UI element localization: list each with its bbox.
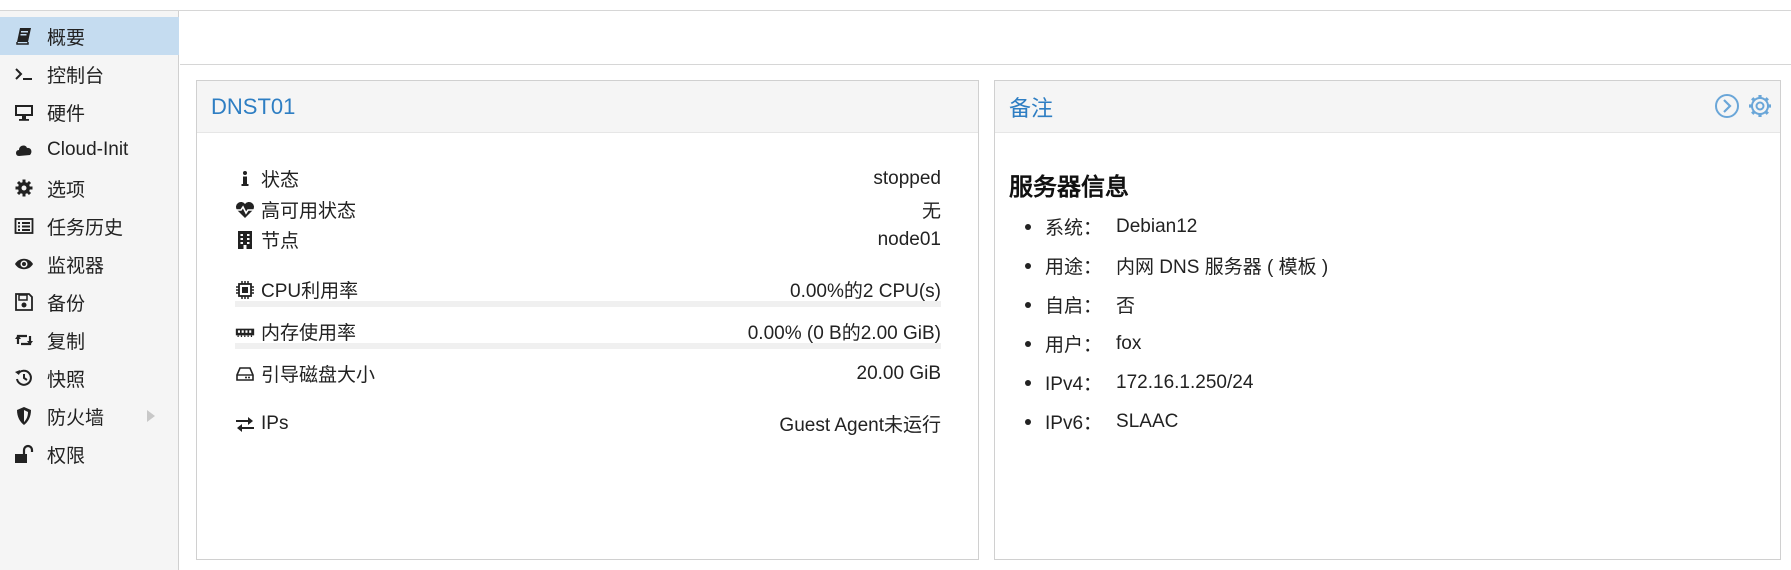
sidebar-item-snapshot[interactable]: 快照 — [0, 359, 179, 397]
note-value: 172.16.1.250/24 — [1116, 371, 1254, 393]
status-panel-header: DNST01 — [197, 81, 978, 133]
note-value: 内网 DNS 服务器 ( 模板 ) — [1116, 257, 1329, 278]
status-row-ips: IPs Guest Agent未运行 — [235, 410, 941, 437]
desktop-icon — [13, 101, 35, 123]
sidebar-item-label: 任务历史 — [47, 217, 124, 239]
sidebar-item-label: 硬件 — [47, 103, 86, 125]
sidebar-item-backup[interactable]: 备份 — [0, 283, 179, 321]
list-item: 系统： Debian12 — [1024, 207, 1328, 246]
notes-list: 系统： Debian12 用途： 内网 DNS 服务器 ( 模板 ) 自启： 否 用户… — [1024, 207, 1329, 441]
notes-panel-header: 备注 — [995, 81, 1780, 133]
memory-usage-bar — [235, 343, 941, 349]
note-key: 用户： — [1045, 335, 1103, 356]
sidebar-item-console[interactable]: 控制台 — [0, 55, 179, 93]
sidebar-item-label: 快照 — [47, 369, 86, 391]
vm-name-title: DNST01 — [211, 93, 296, 119]
cpu-usage-bar — [235, 301, 941, 307]
note-key: 系统： — [1045, 218, 1103, 239]
note-key: 用途： — [1045, 257, 1103, 278]
notes-heading: 服务器信息 — [1009, 173, 1129, 201]
memory-icon — [235, 320, 261, 344]
sidebar-item-replication[interactable]: 复制 — [0, 321, 179, 359]
node-label: 节点 — [261, 231, 300, 252]
sidebar-item-label: 选项 — [47, 179, 86, 201]
heartbeat-icon — [235, 198, 261, 222]
list-item: IPv6： SLAAC — [1024, 402, 1328, 441]
cpu-usage-value: 0.00%的2 CPU(s) — [790, 281, 941, 302]
note-value: SLAAC — [1116, 410, 1179, 432]
floppy-icon — [13, 291, 35, 313]
building-icon — [235, 228, 261, 252]
eye-icon — [13, 253, 35, 275]
sidebar: 概要 控制台 硬件 Cloud-Init 选项 任务历史 监视器 备份 复制 快… — [0, 11, 179, 570]
book-icon — [13, 25, 35, 47]
terminal-icon — [13, 63, 35, 85]
memory-usage-label: 内存使用率 — [261, 323, 357, 344]
cpu-usage-label: CPU利用率 — [261, 281, 359, 302]
exchange-icon — [235, 412, 261, 436]
list-item: 自启： 否 — [1024, 285, 1328, 324]
toolbar — [180, 11, 1791, 65]
node-value: node01 — [877, 228, 941, 250]
sidebar-item-monitor[interactable]: 监视器 — [0, 245, 179, 283]
memory-usage-value: 0.00% (0 B的2.00 GiB) — [747, 323, 941, 344]
list-item: IPv4： 172.16.1.250/24 — [1024, 363, 1328, 402]
sidebar-item-options[interactable]: 选项 — [0, 169, 179, 207]
list-item: 用户： fox — [1024, 324, 1328, 363]
ha-state-value: 无 — [921, 201, 941, 222]
status-row-state: 状态 stopped — [235, 165, 941, 192]
chevron-right-circle-icon[interactable] — [1713, 92, 1741, 120]
sidebar-item-task-history[interactable]: 任务历史 — [0, 207, 179, 245]
sidebar-item-permissions[interactable]: 权限 — [0, 435, 179, 473]
sidebar-item-cloud-init[interactable]: Cloud-Init — [0, 131, 179, 169]
bootdisk-value: 20.00 GiB — [856, 362, 942, 384]
status-value: stopped — [873, 167, 941, 189]
status-panel: DNST01 状态 stopped 高可用状态 无 节点 node01 CPU利… — [196, 80, 979, 560]
expand-arrow-icon[interactable] — [147, 410, 155, 422]
history-icon — [13, 367, 35, 389]
status-row-ha: 高可用状态 无 — [235, 196, 941, 223]
notes-panel: 备注 服务器信息 系统： Debian12 用途： 内网 DNS 服务器 ( 模板 … — [994, 80, 1781, 560]
sidebar-item-hardware[interactable]: 硬件 — [0, 93, 179, 131]
sidebar-item-label: 防火墙 — [47, 407, 105, 429]
status-row-cpu: CPU利用率 0.00%的2 CPU(s) — [235, 276, 941, 303]
cloud-icon — [13, 139, 35, 161]
sidebar-item-label: 备份 — [47, 293, 86, 315]
ips-value: Guest Agent未运行 — [779, 415, 941, 436]
note-value: Debian12 — [1116, 215, 1198, 237]
cpu-icon — [235, 278, 261, 302]
gear-icon[interactable] — [1746, 92, 1774, 120]
status-row-bootdisk: 引导磁盘大小 20.00 GiB — [235, 360, 941, 387]
hdd-icon — [235, 362, 261, 386]
retweet-icon — [13, 329, 35, 351]
note-value: 否 — [1116, 296, 1136, 317]
note-key: 自启： — [1045, 296, 1103, 317]
ha-state-label: 高可用状态 — [261, 201, 357, 222]
sidebar-item-summary[interactable]: 概要 — [0, 17, 179, 55]
note-key: IPv4： — [1045, 374, 1103, 395]
sidebar-item-label: 权限 — [47, 445, 86, 467]
notes-tools — [1713, 92, 1774, 120]
status-label: 状态 — [261, 170, 300, 191]
sidebar-item-label: 复制 — [47, 331, 86, 353]
gear-icon — [13, 177, 35, 199]
shield-icon — [13, 405, 35, 427]
info-icon — [235, 167, 261, 191]
status-row-memory: 内存使用率 0.00% (0 B的2.00 GiB) — [235, 318, 941, 345]
notes-title: 备注 — [1009, 95, 1054, 121]
ips-label: IPs — [261, 412, 289, 434]
sidebar-item-label: Cloud-Init — [47, 139, 129, 160]
sidebar-item-label: 概要 — [47, 27, 86, 49]
note-key: IPv6： — [1045, 413, 1103, 434]
status-row-node: 节点 node01 — [235, 226, 941, 253]
note-value: fox — [1116, 332, 1142, 354]
unlock-icon — [13, 443, 35, 465]
sidebar-item-firewall[interactable]: 防火墙 — [0, 397, 179, 435]
sidebar-item-label: 控制台 — [47, 65, 105, 87]
list-item: 用途： 内网 DNS 服务器 ( 模板 ) — [1024, 246, 1329, 285]
bootdisk-label: 引导磁盘大小 — [261, 365, 376, 386]
list-icon — [13, 215, 35, 237]
sidebar-item-label: 监视器 — [47, 255, 105, 277]
